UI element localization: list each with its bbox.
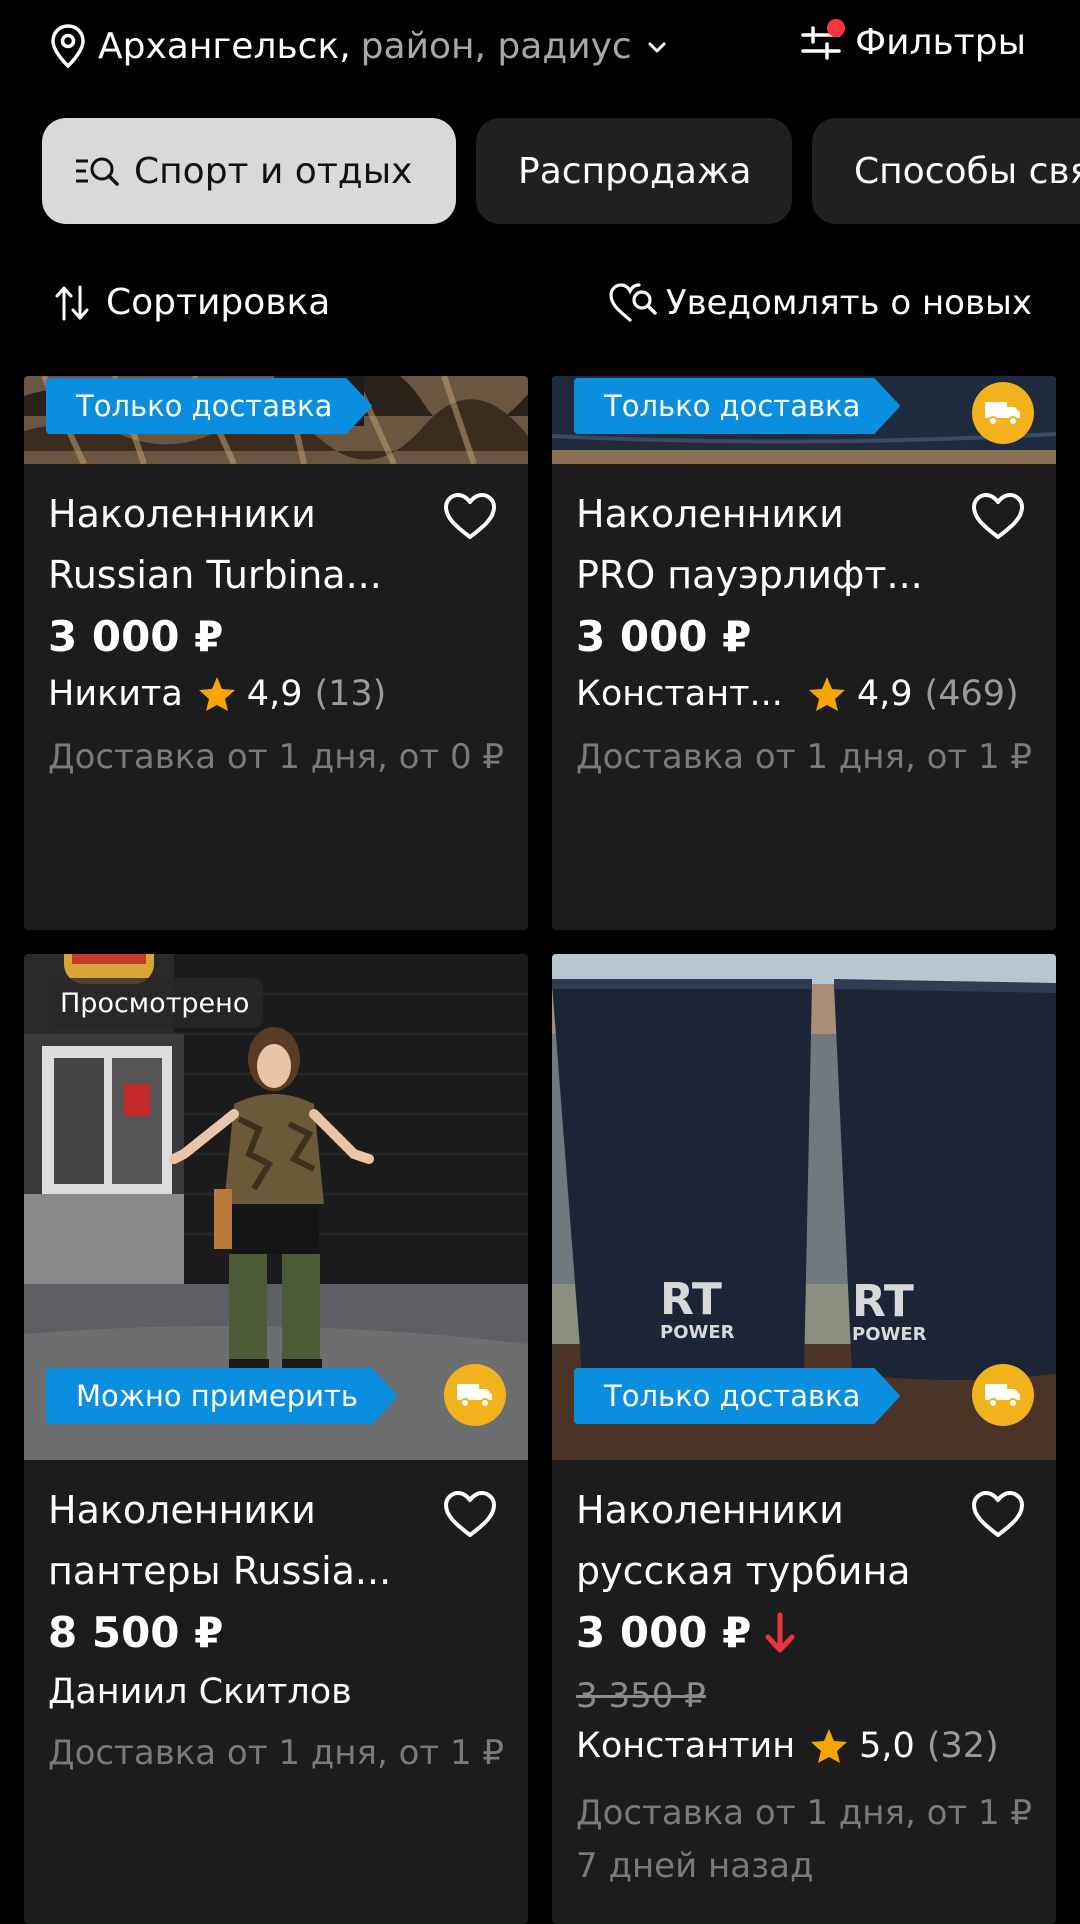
badge-label: Только доставка [76,389,333,423]
notify-label: Уведомлять о новых [665,283,1032,323]
listing-price: 8 500 ₽ [48,1608,223,1657]
category-search-icon [76,157,119,186]
title-line: Russian Turbina... [48,553,382,597]
svg-text:POWER: POWER [852,1324,927,1345]
listing-card[interactable]: Просмотрено Можно примерить Наколенники … [24,954,528,1924]
svg-text:RT: RT [660,1274,722,1325]
rating-value: 4,9 [856,674,913,714]
try-on-badge: Можно примерить [46,1368,398,1424]
title-line: пантеры Russia... [48,1549,392,1593]
heart-icon[interactable] [970,1490,1026,1540]
title-line: Наколенники [48,492,316,536]
price-value: 3 000 ₽ [576,1608,752,1657]
listing-photo[interactable]: Просмотрено Можно примерить [24,954,528,1460]
old-price: 3 350 ₽ [576,1676,706,1716]
seller-name: Константин [576,1726,796,1766]
top-bar: Архангельск, район, радиус Фильтры [0,0,1080,96]
viewed-badge: Просмотрено [46,978,264,1028]
location-detail: район, радиус [360,25,632,67]
notify-new-button[interactable]: Уведомлять о новых [608,282,1032,324]
listing-card[interactable]: Только доставка Наколенники Russian Turb… [24,376,528,930]
title-line: русская турбина [576,1549,911,1593]
seller-info[interactable]: Констант... 4,9 (469) [576,674,1019,714]
listing-price: 3 000 ₽ [48,612,223,661]
star-icon [198,677,235,711]
review-count: (13) [314,674,387,714]
heart-icon[interactable] [442,492,498,542]
sort-icon [55,285,89,320]
title-line: PRO пауэрлифт... [576,553,923,597]
rating-value: 4,9 [246,674,303,714]
location-pin-icon [51,24,85,69]
listing-title[interactable]: Наколенники русская турбина [576,1480,976,1602]
delivery-only-badge: Только доставка [574,378,900,434]
seller-info[interactable]: Даниил Скитлов [48,1672,352,1712]
delivery-info: Доставка от 1 дня, от 0 ₽ [48,737,505,777]
posted-time: 7 дней назад [576,1846,814,1886]
chip-label: Спорт и отдых [134,150,413,192]
review-count: (32) [926,1726,999,1766]
listing-card[interactable]: Только доставка Наколенники PRO пауэрлиф… [552,376,1056,930]
location-selector[interactable]: Архангельск, район, радиус [48,22,668,70]
listing-price: 3 000 ₽ [576,612,751,661]
arrow-down-icon [765,1612,795,1652]
badge-label: Только доставка [604,1379,861,1413]
chip-label: Распродажа [518,150,752,192]
svg-text:POWER: POWER [660,1322,735,1343]
chip-sport[interactable]: Спорт и отдых [42,118,456,224]
price-value: 3 000 ₽ [48,612,224,661]
chip-label: Способы свя [854,150,1080,192]
listing-photo[interactable]: RT POWER RT POWER Только доставка [552,954,1056,1460]
seller-info[interactable]: Константин 5,0 (32) [576,1726,999,1766]
price-value: 8 500 ₽ [48,1608,224,1657]
title-line: Наколенники [48,1488,316,1532]
price-value: 3 000 ₽ [576,612,752,661]
notification-dot [827,18,846,37]
delivery-info: Доставка от 1 дня, от 1 ₽ [48,1733,505,1773]
chip-sale[interactable]: Распродажа [476,118,792,224]
listing-title[interactable]: Наколенники пантеры Russia... [48,1480,448,1602]
rating-value: 5,0 [859,1726,915,1766]
truck-icon [972,1364,1034,1426]
truck-icon [444,1364,506,1426]
title-line: Наколенники [576,492,844,536]
listing-photo[interactable]: Только доставка [24,376,528,464]
badge-label: Только доставка [604,389,861,423]
heart-icon[interactable] [442,1490,498,1540]
listing-title[interactable]: Наколенники Russian Turbina... [48,484,448,606]
filters-button[interactable]: Фильтры [801,18,1026,63]
sort-button[interactable]: Сортировка [54,282,330,323]
heart-icon[interactable] [970,492,1026,542]
seller-name: Даниил Скитлов [48,1672,352,1712]
listing-price: 3 000 ₽ [576,1608,797,1657]
svg-text:RT: RT [852,1276,914,1327]
notify-heart-search-icon [609,283,657,322]
viewed-label: Просмотрено [60,987,250,1019]
listing-card[interactable]: RT POWER RT POWER Только доставка Наколе… [552,954,1056,1924]
seller-name: Никита [48,674,183,714]
sort-label: Сортировка [106,282,331,323]
chip-contact-methods[interactable]: Способы свя [812,118,1080,224]
location-city: Архангельск, [98,25,351,67]
star-icon [811,1729,848,1763]
delivery-only-badge: Только доставка [574,1368,900,1424]
badge-label: Можно примерить [76,1379,358,1413]
title-line: Наколенники [576,1488,844,1532]
truck-icon [972,382,1034,444]
category-chips: Спорт и отдых Распродажа Способы свя [42,118,1080,224]
listing-photo[interactable]: Только доставка [552,376,1056,464]
seller-info[interactable]: Никита 4,9 (13) [48,674,386,714]
chevron-down-icon [648,42,666,53]
star-icon [808,677,845,711]
review-count: (469) [924,674,1019,714]
filters-icon [801,18,846,63]
delivery-info: Доставка от 1 дня, от 1 ₽ [576,1793,1033,1833]
filters-label: Фильтры [855,22,1026,63]
delivery-info: Доставка от 1 дня, от 1 ₽ [576,737,1033,777]
listing-title[interactable]: Наколенники PRO пауэрлифт... [576,484,976,606]
seller-name: Констант... [576,674,783,714]
delivery-only-badge: Только доставка [46,378,372,434]
